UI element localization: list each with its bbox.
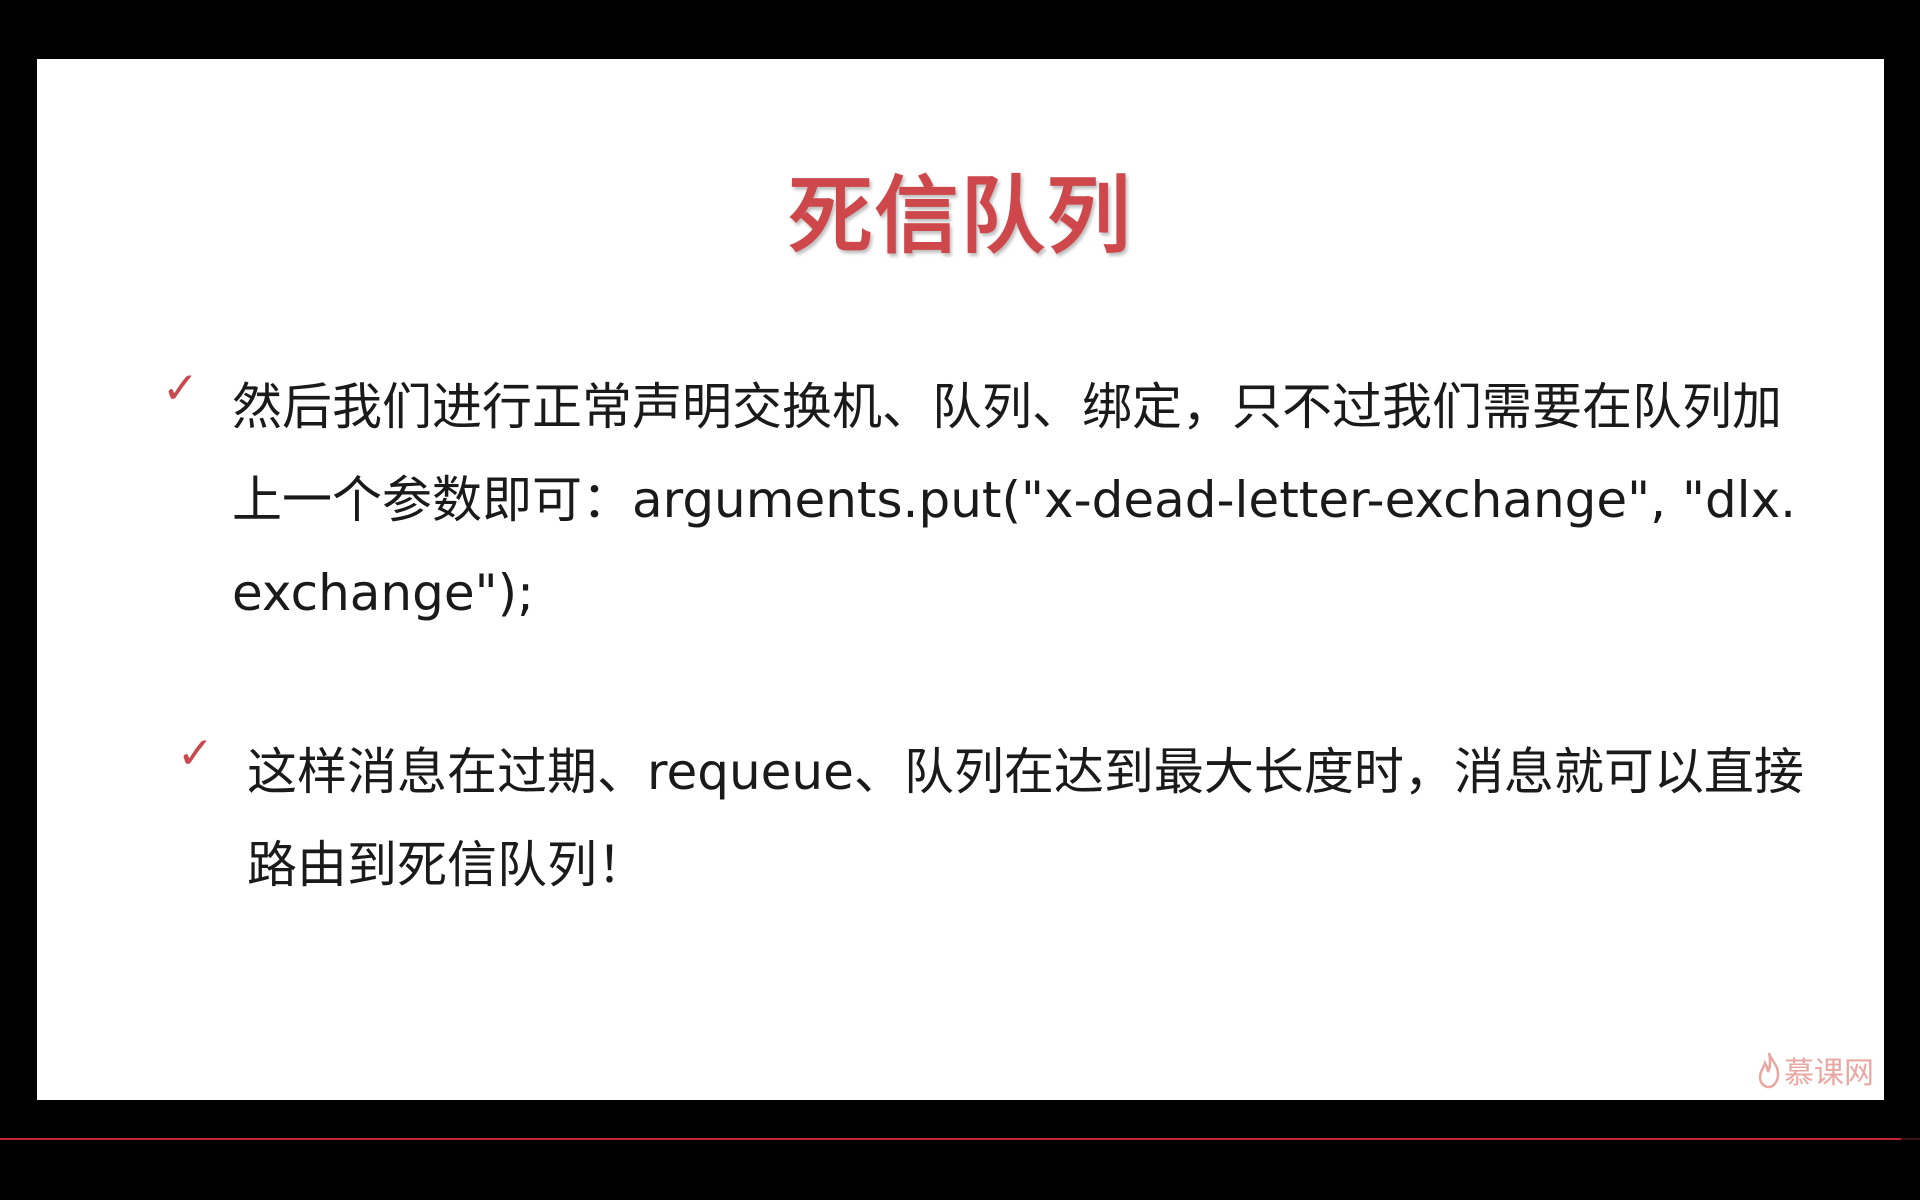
video-progress-fill	[0, 1138, 1901, 1140]
video-frame: 死信队列 ✓ 然后我们进行正常声明交换机、队列、绑定，只不过我们需要在队列加上一…	[0, 0, 1920, 1200]
bullet-text: 这样消息在过期、requeue、队列在达到最大长度时，消息就可以直接路由到死信队…	[247, 743, 1804, 894]
checkmark-icon: ✓	[162, 363, 199, 414]
bullet-text: 然后我们进行正常声明交换机、队列、绑定，只不过我们需要在队列加上一个参数即可：a…	[232, 378, 1797, 622]
watermark-logo: 慕课网	[1756, 1048, 1874, 1092]
slide: 死信队列 ✓ 然后我们进行正常声明交换机、队列、绑定，只不过我们需要在队列加上一…	[37, 59, 1884, 1100]
flame-icon	[1756, 1051, 1782, 1089]
slide-title: 死信队列	[788, 167, 1133, 265]
watermark-text: 慕课网	[1784, 1056, 1874, 1091]
checkmark-icon: ✓	[177, 728, 214, 779]
video-progress-bar[interactable]	[0, 1138, 1920, 1140]
